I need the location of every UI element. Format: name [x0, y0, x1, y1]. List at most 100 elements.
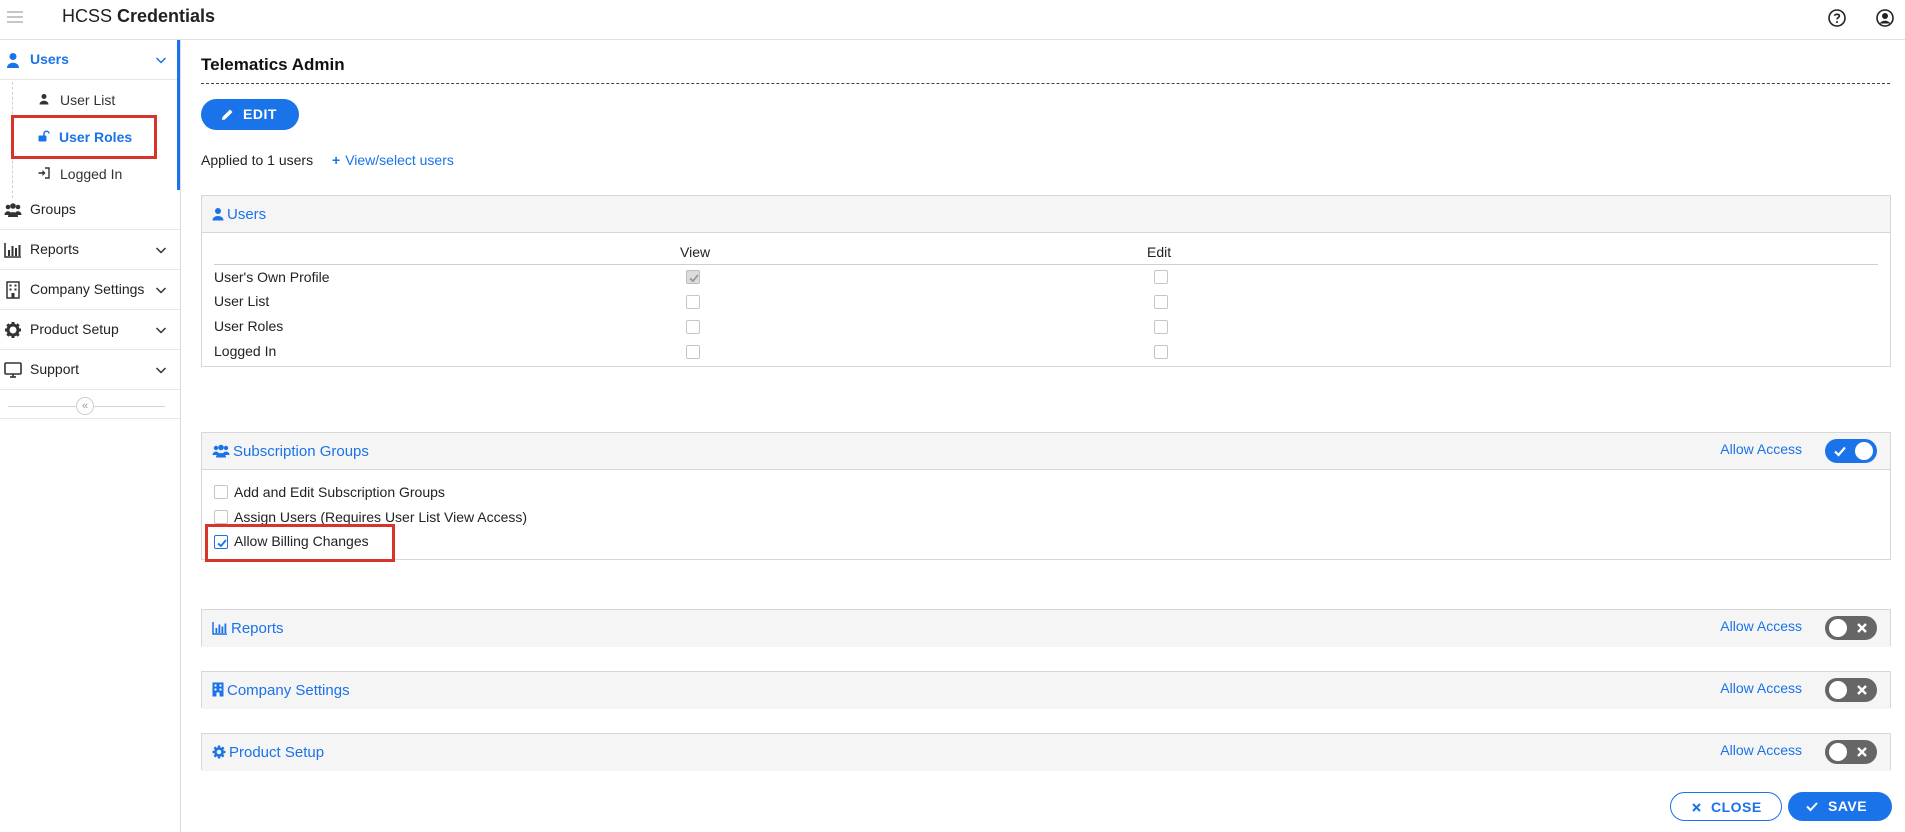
- plus-icon: +: [332, 152, 341, 168]
- permission-row-label: User List: [214, 293, 270, 309]
- sidebar-item-company-settings[interactable]: Company Settings: [0, 270, 180, 310]
- panel-header: Subscription Groups Allow Access: [202, 433, 1890, 470]
- check-icon: [1806, 801, 1818, 812]
- users-group-icon: [4, 201, 22, 219]
- view-select-users-label: View/select users: [345, 152, 454, 168]
- chevron-down-icon: [155, 284, 167, 296]
- building-icon: [4, 281, 22, 299]
- add-edit-subscription-groups-checkbox[interactable]: [214, 485, 228, 499]
- assign-users-checkbox[interactable]: [214, 510, 228, 524]
- own-profile-edit-checkbox[interactable]: [1154, 270, 1168, 284]
- permission-row-label: User Roles: [214, 318, 284, 334]
- users-panel-title-text: Users: [227, 206, 267, 223]
- chevron-down-icon: [155, 244, 167, 256]
- sidebar-item-groups[interactable]: Groups: [0, 190, 180, 230]
- product-setup-title-text: Product Setup: [229, 744, 325, 761]
- product-setup-allow-access-toggle[interactable]: [1825, 740, 1877, 764]
- sidebar-active-indicator: [177, 40, 180, 190]
- close-icon: [1855, 745, 1869, 759]
- permission-row-label: User's Own Profile: [214, 269, 330, 285]
- app-title-regular: HCSS: [62, 6, 113, 26]
- sidebar-item-label: Support: [30, 361, 80, 377]
- close-button[interactable]: CLOSE: [1670, 792, 1782, 821]
- sidebar-item-product-setup[interactable]: Product Setup: [0, 310, 180, 350]
- sidebar: Users User List User Roles Logged In Gro…: [0, 40, 181, 832]
- product-setup-panel-title[interactable]: Product Setup: [212, 744, 324, 761]
- users-permissions-panel: Users View Edit User's Own Profile User …: [201, 195, 1891, 367]
- users-group-icon: [212, 444, 230, 458]
- allow-access-label: Allow Access: [1720, 441, 1802, 457]
- company-settings-panel: Company Settings Allow Access: [201, 671, 1891, 709]
- subscription-allow-access-toggle[interactable]: [1825, 439, 1877, 463]
- collapse-sidebar-button[interactable]: «: [76, 397, 94, 415]
- gear-icon: [212, 745, 226, 759]
- allow-access-label: Allow Access: [1720, 680, 1802, 696]
- logged-in-edit-checkbox[interactable]: [1154, 345, 1168, 359]
- reports-allow-access-toggle[interactable]: [1825, 616, 1877, 640]
- users-panel-title[interactable]: Users: [212, 206, 266, 223]
- allow-access-label: Allow Access: [1720, 618, 1802, 634]
- company-settings-allow-access-toggle[interactable]: [1825, 678, 1877, 702]
- save-button-label: SAVE: [1828, 798, 1868, 814]
- monitor-icon: [4, 361, 22, 379]
- help-circle-icon[interactable]: [1827, 8, 1847, 28]
- column-header-edit: Edit: [1147, 244, 1172, 260]
- sidebar-item-label: Reports: [30, 241, 80, 257]
- sidebar-item-label: Product Setup: [30, 321, 119, 337]
- column-header-divider: [214, 264, 1878, 265]
- toggle-knob: [1829, 743, 1847, 761]
- column-header-view: View: [680, 244, 711, 260]
- sidebar-item-reports[interactable]: Reports: [0, 230, 180, 270]
- user-list-view-checkbox[interactable]: [686, 295, 700, 309]
- edit-button-label: EDIT: [243, 106, 277, 122]
- sidebar-item-label: Users: [30, 51, 69, 67]
- app-title: HCSS Credentials: [62, 6, 215, 27]
- close-icon: [1855, 621, 1869, 635]
- sidebar-item-users[interactable]: Users: [0, 40, 180, 80]
- edit-button[interactable]: EDIT: [201, 99, 299, 130]
- sidebar-subitem-user-roles[interactable]: User Roles: [11, 115, 157, 159]
- hamburger-icon[interactable]: [5, 9, 25, 25]
- option-allow-billing-changes[interactable]: Allow Billing Changes: [205, 524, 395, 562]
- applied-users-count: Applied to 1 users: [201, 152, 314, 168]
- reports-panel-title[interactable]: Reports: [212, 620, 284, 637]
- close-icon: [1855, 683, 1869, 697]
- panel-header: Company Settings Allow Access: [202, 672, 1890, 709]
- sidebar-item-support[interactable]: Support: [0, 350, 180, 390]
- save-button[interactable]: SAVE: [1788, 792, 1892, 821]
- user-roles-edit-checkbox[interactable]: [1154, 320, 1168, 334]
- allow-access-label: Allow Access: [1720, 742, 1802, 758]
- pencil-icon: [221, 108, 234, 121]
- sidebar-item-label: Groups: [30, 201, 76, 217]
- allow-billing-changes-checkbox[interactable]: [214, 535, 228, 549]
- subscription-groups-panel-title[interactable]: Subscription Groups: [212, 443, 369, 460]
- subnav-tree-line: [12, 82, 13, 198]
- option-add-edit-subscription-groups[interactable]: Add and Edit Subscription Groups: [214, 481, 514, 507]
- own-profile-view-checkbox: [686, 270, 700, 284]
- close-icon: [1691, 802, 1702, 813]
- subscription-groups-panel: Subscription Groups Allow Access Add and…: [201, 432, 1891, 562]
- company-settings-panel-title[interactable]: Company Settings: [212, 682, 350, 699]
- toggle-knob: [1855, 442, 1873, 460]
- sidebar-subitem-label: User Roles: [59, 129, 133, 145]
- check-icon: [1833, 444, 1847, 458]
- panel-header: Users: [202, 196, 1890, 233]
- user-circle-icon[interactable]: [1875, 8, 1895, 28]
- option-label: Assign Users (Requires User List View Ac…: [234, 509, 528, 525]
- permission-row-label: Logged In: [214, 343, 277, 359]
- sidebar-subitem-logged-in[interactable]: Logged In: [18, 159, 158, 189]
- unlock-icon: [38, 130, 50, 142]
- chevron-down-icon: [155, 324, 167, 336]
- chevron-down-icon: [155, 54, 167, 66]
- sign-in-icon: [38, 167, 50, 179]
- user-list-edit-checkbox[interactable]: [1154, 295, 1168, 309]
- toggle-knob: [1829, 681, 1847, 699]
- view-select-users-link[interactable]: + View/select users: [332, 152, 454, 168]
- sidebar-item-label: Company Settings: [30, 281, 145, 297]
- chevron-down-icon: [155, 364, 167, 376]
- subscription-groups-title-text: Subscription Groups: [233, 443, 369, 460]
- title-divider: [201, 83, 1890, 84]
- sidebar-subitem-user-list[interactable]: User List: [18, 85, 158, 115]
- logged-in-view-checkbox[interactable]: [686, 345, 700, 359]
- user-roles-view-checkbox[interactable]: [686, 320, 700, 334]
